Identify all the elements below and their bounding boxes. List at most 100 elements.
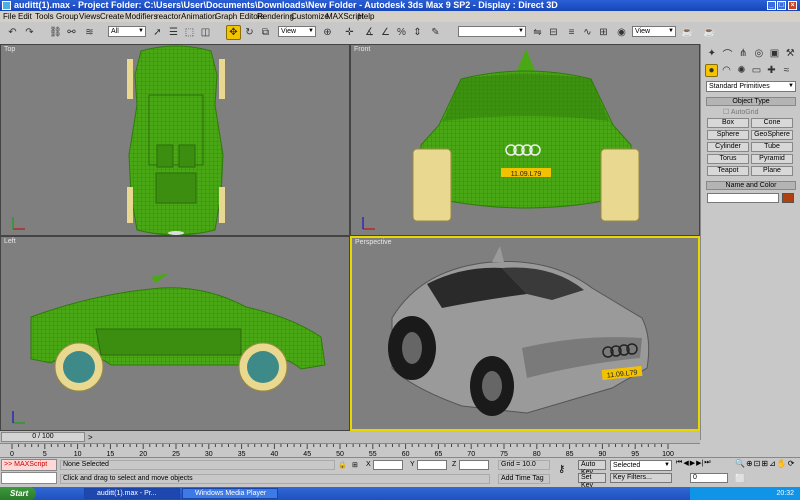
select-and-scale-icon[interactable]: ⧉	[258, 25, 273, 40]
add-time-tag-button[interactable]: Add Time Tag	[498, 474, 550, 484]
go-to-end-icon[interactable]: ⏭	[704, 459, 710, 471]
modify-tab-icon[interactable]: ⌒	[721, 46, 735, 61]
viewport-top[interactable]: Top	[0, 44, 350, 236]
absolute-mode-icon[interactable]: ⊞	[352, 461, 360, 469]
menu-modifiers[interactable]: Modifiers	[125, 11, 157, 22]
z-coordinate-field[interactable]	[459, 460, 489, 470]
select-by-name-icon[interactable]: ☰	[166, 25, 181, 40]
quick-render-icon[interactable]: ☕	[702, 25, 717, 40]
current-frame-field[interactable]: 0	[690, 473, 728, 483]
pivot-center-icon[interactable]: ⊕	[320, 25, 335, 40]
select-and-rotate-icon[interactable]: ↻	[242, 25, 257, 40]
window-crossing-icon[interactable]: ◫	[198, 25, 213, 40]
field-of-view-icon[interactable]: ⊿	[769, 459, 776, 473]
link-icon[interactable]: ⛓	[48, 25, 63, 40]
cylinder-button[interactable]: Cylinder	[707, 142, 749, 152]
utilities-tab-icon[interactable]: ⚒	[783, 46, 797, 61]
schematic-view-icon[interactable]: ⊞	[596, 25, 611, 40]
render-scene-icon[interactable]: ☕	[680, 25, 695, 40]
next-frame-icon[interactable]: ▶|	[696, 459, 703, 471]
autogrid-checkbox[interactable]: ☐ AutoGrid	[723, 108, 758, 116]
edit-named-selection-icon[interactable]: ✎	[428, 25, 443, 40]
bind-space-warp-icon[interactable]: ≋	[82, 25, 97, 40]
shapes-icon[interactable]: ◠	[720, 64, 733, 77]
menu-help[interactable]: Help	[358, 11, 374, 22]
plane-button[interactable]: Plane	[751, 166, 793, 176]
redo-icon[interactable]: ↷	[22, 25, 37, 40]
key-mode-dropdown[interactable]: Selected	[610, 460, 672, 471]
create-tab-icon[interactable]: ✦	[705, 46, 719, 61]
lights-icon[interactable]: ✺	[735, 64, 748, 77]
torus-button[interactable]: Torus	[707, 154, 749, 164]
object-color-swatch[interactable]	[782, 193, 794, 203]
menu-customize[interactable]: Customize	[291, 11, 329, 22]
select-object-icon[interactable]: ➚	[150, 25, 165, 40]
cone-button[interactable]: Cone	[751, 118, 793, 128]
menu-group[interactable]: Group	[56, 11, 78, 22]
time-slider-thumb[interactable]: 0 / 100	[1, 432, 85, 442]
task-3dsmax[interactable]: auditt(1).max - Pr...	[84, 488, 180, 499]
tube-button[interactable]: Tube	[751, 142, 793, 152]
geometry-icon[interactable]: ●	[705, 64, 718, 77]
undo-icon[interactable]: ↶	[5, 25, 20, 40]
zoom-icon[interactable]: 🔍	[735, 459, 745, 473]
angle-snap-icon[interactable]: ∠	[378, 25, 393, 40]
helpers-icon[interactable]: ✚	[765, 64, 778, 77]
set-key-button[interactable]: Set Key	[578, 473, 606, 489]
slider-right-arrow[interactable]: >	[88, 433, 93, 442]
teapot-button[interactable]: Teapot	[707, 166, 749, 176]
menu-tools[interactable]: Tools	[35, 11, 54, 22]
hierarchy-tab-icon[interactable]: ⋔	[736, 46, 750, 61]
menu-rendering[interactable]: Rendering	[257, 11, 294, 22]
go-to-start-icon[interactable]: ⏮	[676, 459, 682, 471]
motion-tab-icon[interactable]: ◎	[752, 46, 766, 61]
snaps-toggle-icon[interactable]: ∡	[362, 25, 377, 40]
zoom-extents-icon[interactable]: ⊡	[754, 459, 761, 473]
spinner-snap-icon[interactable]: ⇕	[410, 25, 425, 40]
maximize-button[interactable]: □	[777, 1, 786, 10]
lock-selection-icon[interactable]: 🔒	[338, 461, 347, 469]
x-coordinate-field[interactable]	[373, 460, 403, 470]
select-and-move-icon[interactable]: ✥	[226, 25, 241, 40]
primitive-category-dropdown[interactable]: Standard Primitives	[706, 81, 796, 92]
maximize-viewport-icon[interactable]: ⬜	[735, 474, 745, 488]
maxscript-mini-input[interactable]	[1, 472, 57, 484]
menu-file[interactable]: File	[3, 11, 16, 22]
object-name-field[interactable]	[707, 193, 779, 203]
rectangular-selection-icon[interactable]: ⬚	[182, 25, 197, 40]
name-and-color-rollout-header[interactable]: Name and Color	[706, 181, 796, 190]
menu-edit[interactable]: Edit	[18, 11, 32, 22]
align-icon[interactable]: ⊟	[546, 25, 561, 40]
zoom-extents-all-icon[interactable]: ⊞	[761, 459, 768, 473]
key-filters-button[interactable]: Key Filters...	[610, 473, 672, 483]
viewport-left[interactable]: Left	[0, 236, 350, 431]
selection-filter-dropdown[interactable]: All	[108, 26, 146, 37]
spacewarps-icon[interactable]: ≈	[780, 64, 793, 77]
reference-coordinate-dropdown[interactable]: View	[278, 26, 316, 37]
minimize-button[interactable]: _	[767, 1, 776, 10]
geosphere-button[interactable]: GeoSphere	[751, 130, 793, 140]
pyramid-button[interactable]: Pyramid	[751, 154, 793, 164]
render-type-dropdown[interactable]: View	[632, 26, 676, 37]
play-icon[interactable]: ▶	[690, 459, 695, 471]
display-tab-icon[interactable]: ▣	[768, 46, 782, 61]
time-slider-track[interactable]: 0 / 100 >	[0, 431, 700, 443]
orbit-icon[interactable]: ⟳	[788, 459, 795, 473]
layer-manager-icon[interactable]: ≡	[564, 25, 579, 40]
close-button[interactable]: ×	[788, 1, 797, 10]
viewport-front[interactable]: Front 11.09.L79	[350, 44, 700, 236]
pan-icon[interactable]: ✋	[777, 459, 787, 473]
task-windows-media-player[interactable]: Windows Media Player	[182, 488, 278, 499]
start-button[interactable]: Start	[0, 487, 36, 500]
mirror-icon[interactable]: ⇋	[530, 25, 545, 40]
cameras-icon[interactable]: ▭	[750, 64, 763, 77]
maxscript-listener[interactable]: >> MAXScript	[1, 459, 57, 471]
previous-frame-icon[interactable]: ◀	[683, 459, 688, 471]
material-editor-icon[interactable]: ◉	[614, 25, 629, 40]
percent-snap-icon[interactable]: %	[394, 25, 409, 40]
menu-views[interactable]: Views	[79, 11, 100, 22]
auto-key-button[interactable]: Auto Key	[578, 460, 606, 476]
curve-editor-icon[interactable]: ∿	[580, 25, 595, 40]
object-type-rollout-header[interactable]: Object Type	[706, 97, 796, 106]
y-coordinate-field[interactable]	[417, 460, 447, 470]
